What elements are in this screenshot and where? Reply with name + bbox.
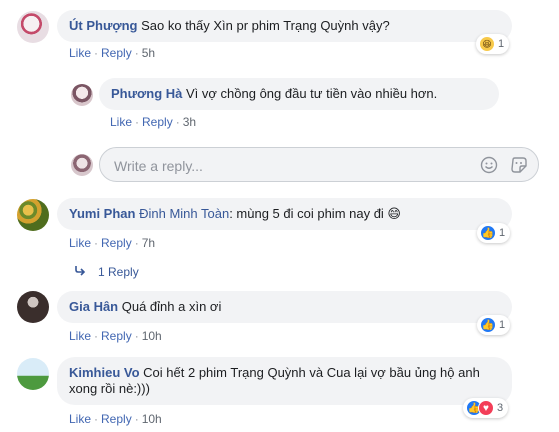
comment-bubble: Kimhieu Vo Coi hết 2 phim Trạng Quỳnh và… <box>57 357 512 405</box>
avatar-current-user <box>71 154 93 176</box>
reply-button[interactable]: Reply <box>101 236 132 250</box>
avatar-phuong-ha[interactable] <box>71 84 93 106</box>
reply-button[interactable]: Reply <box>101 329 132 343</box>
comment-author[interactable]: Kimhieu Vo <box>69 365 140 380</box>
like-icon: 👍 <box>480 225 496 241</box>
reply-arrow-icon <box>74 265 86 279</box>
reply-button[interactable]: Reply <box>101 46 132 60</box>
timestamp[interactable]: 10h <box>142 329 162 343</box>
comment-text: : mùng 5 đi coi phim nay đi 😄 <box>229 206 401 221</box>
comment-text: Quá đỉnh a xìn ơi <box>121 299 222 314</box>
reply-button[interactable]: Reply <box>101 412 132 426</box>
like-button[interactable]: Like <box>69 236 91 250</box>
comment-actions: Like · Reply · 10h <box>69 329 162 343</box>
comment-author[interactable]: Yumi Phan <box>69 206 135 221</box>
reaction-count: 1 <box>498 38 505 50</box>
reaction-count: 3 <box>497 402 504 414</box>
timestamp[interactable]: 5h <box>142 46 155 60</box>
love-icon: ♥ <box>478 400 494 416</box>
haha-icon: 😆 <box>479 36 495 52</box>
mention-tag[interactable]: Đinh Minh Toàn <box>139 206 229 221</box>
reaction-summary[interactable]: 👍 1 <box>477 315 511 335</box>
smiley-icon[interactable] <box>480 156 498 174</box>
comment-bubble: Út Phượng Sao ko thấy Xìn pr phim Trạng … <box>57 10 512 42</box>
reaction-summary[interactable]: 👍 ♥ 3 <box>463 398 509 418</box>
like-icon: 👍 <box>480 317 496 333</box>
reaction-count: 1 <box>499 227 506 239</box>
avatar-kimhieu-vo[interactable] <box>17 358 49 390</box>
reply-button[interactable]: Reply <box>142 115 173 129</box>
reaction-count: 1 <box>499 319 506 331</box>
reaction-summary[interactable]: 👍 1 <box>477 223 511 243</box>
timestamp[interactable]: 3h <box>183 115 196 129</box>
comment-text: Sao ko thấy Xìn pr phim Trạng Quỳnh vậy? <box>141 18 390 33</box>
comment-author[interactable]: Gia Hân <box>69 299 118 314</box>
comment-actions: Like · Reply · 10h <box>69 412 162 426</box>
comment-text: Vì vợ chồng ông đầu tư tiền vào nhiều hơ… <box>186 86 438 101</box>
sticker-icon[interactable] <box>510 156 528 174</box>
timestamp[interactable]: 10h <box>142 412 162 426</box>
reply-input[interactable] <box>112 155 476 177</box>
comment-bubble: Gia Hân Quá đỉnh a xìn ơi <box>57 291 512 323</box>
replies-count[interactable]: 1 Reply <box>98 265 139 279</box>
reply-composer <box>99 147 539 182</box>
avatar-gia-han[interactable] <box>17 291 49 323</box>
comment-bubble: Phương Hà Vì vợ chồng ông đầu tư tiền và… <box>99 78 499 110</box>
comment-bubble: Yumi Phan Đinh Minh Toàn: mùng 5 đi coi … <box>57 198 512 230</box>
comment-author[interactable]: Phương Hà <box>111 86 182 101</box>
avatar-ut-phuong[interactable] <box>17 11 49 43</box>
avatar-yumi-phan[interactable] <box>17 199 49 231</box>
view-replies-link[interactable]: 1 Reply <box>74 265 139 279</box>
timestamp[interactable]: 7h <box>142 236 155 250</box>
comment-actions: Like · Reply · 3h <box>110 115 197 129</box>
reaction-summary[interactable]: 😆 1 <box>476 34 510 54</box>
like-button[interactable]: Like <box>110 115 132 129</box>
comment-actions: Like · Reply · 7h <box>69 236 156 250</box>
like-button[interactable]: Like <box>69 412 91 426</box>
comment-author[interactable]: Út Phượng <box>69 18 137 33</box>
like-button[interactable]: Like <box>69 329 91 343</box>
comment-actions: Like · Reply · 5h <box>69 46 156 60</box>
like-button[interactable]: Like <box>69 46 91 60</box>
